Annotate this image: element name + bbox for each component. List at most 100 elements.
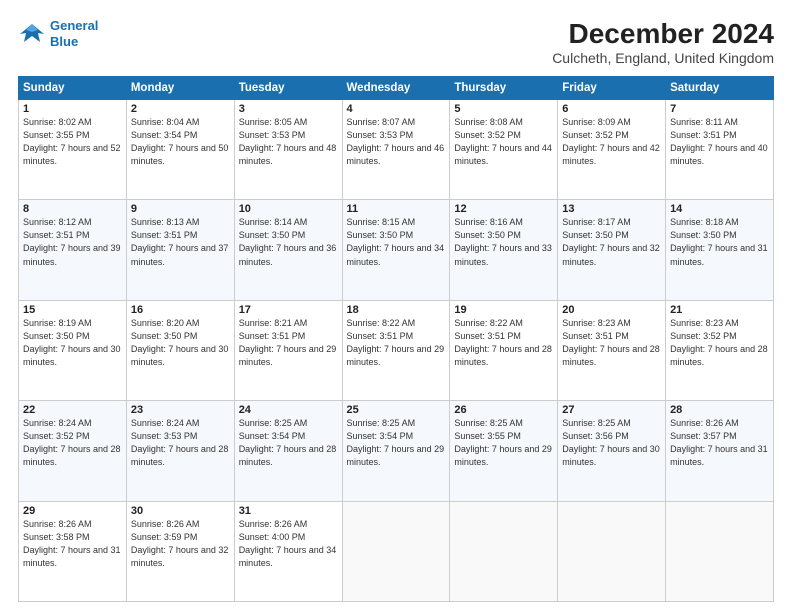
table-row: 8Sunrise: 8:12 AMSunset: 3:51 PMDaylight…: [19, 200, 127, 300]
day-number: 30: [131, 505, 230, 517]
day-info: Sunrise: 8:25 AMSunset: 3:54 PMDaylight:…: [239, 417, 338, 469]
day-info: Sunrise: 8:26 AMSunset: 3:58 PMDaylight:…: [23, 518, 122, 570]
table-row: 17Sunrise: 8:21 AMSunset: 3:51 PMDayligh…: [234, 300, 342, 400]
day-number: 1: [23, 103, 122, 115]
day-number: 21: [670, 304, 769, 316]
calendar-week-2: 15Sunrise: 8:19 AMSunset: 3:50 PMDayligh…: [19, 300, 774, 400]
logo-line2: Blue: [50, 34, 78, 49]
table-row: [450, 501, 558, 601]
day-number: 13: [562, 203, 661, 215]
col-monday: Monday: [126, 77, 234, 100]
table-row: 29Sunrise: 8:26 AMSunset: 3:58 PMDayligh…: [19, 501, 127, 601]
day-info: Sunrise: 8:11 AMSunset: 3:51 PMDaylight:…: [670, 116, 769, 168]
col-sunday: Sunday: [19, 77, 127, 100]
day-info: Sunrise: 8:15 AMSunset: 3:50 PMDaylight:…: [347, 216, 446, 268]
day-number: 18: [347, 304, 446, 316]
day-info: Sunrise: 8:17 AMSunset: 3:50 PMDaylight:…: [562, 216, 661, 268]
day-number: 3: [239, 103, 338, 115]
table-row: 11Sunrise: 8:15 AMSunset: 3:50 PMDayligh…: [342, 200, 450, 300]
day-info: Sunrise: 8:20 AMSunset: 3:50 PMDaylight:…: [131, 317, 230, 369]
day-info: Sunrise: 8:24 AMSunset: 3:52 PMDaylight:…: [23, 417, 122, 469]
day-number: 23: [131, 404, 230, 416]
day-info: Sunrise: 8:02 AMSunset: 3:55 PMDaylight:…: [23, 116, 122, 168]
logo: General Blue: [18, 18, 98, 49]
day-number: 26: [454, 404, 553, 416]
calendar-week-3: 22Sunrise: 8:24 AMSunset: 3:52 PMDayligh…: [19, 401, 774, 501]
table-row: 13Sunrise: 8:17 AMSunset: 3:50 PMDayligh…: [558, 200, 666, 300]
day-number: 27: [562, 404, 661, 416]
logo-icon: [18, 20, 46, 48]
table-row: 4Sunrise: 8:07 AMSunset: 3:53 PMDaylight…: [342, 100, 450, 200]
day-number: 22: [23, 404, 122, 416]
table-row: 1Sunrise: 8:02 AMSunset: 3:55 PMDaylight…: [19, 100, 127, 200]
day-info: Sunrise: 8:08 AMSunset: 3:52 PMDaylight:…: [454, 116, 553, 168]
calendar-week-4: 29Sunrise: 8:26 AMSunset: 3:58 PMDayligh…: [19, 501, 774, 601]
logo-text: General Blue: [50, 18, 98, 49]
table-row: 12Sunrise: 8:16 AMSunset: 3:50 PMDayligh…: [450, 200, 558, 300]
table-row: 26Sunrise: 8:25 AMSunset: 3:55 PMDayligh…: [450, 401, 558, 501]
calendar-week-1: 8Sunrise: 8:12 AMSunset: 3:51 PMDaylight…: [19, 200, 774, 300]
day-info: Sunrise: 8:23 AMSunset: 3:52 PMDaylight:…: [670, 317, 769, 369]
page: General Blue December 2024 Culcheth, Eng…: [0, 0, 792, 612]
day-info: Sunrise: 8:26 AMSunset: 4:00 PMDaylight:…: [239, 518, 338, 570]
day-info: Sunrise: 8:23 AMSunset: 3:51 PMDaylight:…: [562, 317, 661, 369]
table-row: [558, 501, 666, 601]
table-row: 18Sunrise: 8:22 AMSunset: 3:51 PMDayligh…: [342, 300, 450, 400]
table-row: 24Sunrise: 8:25 AMSunset: 3:54 PMDayligh…: [234, 401, 342, 501]
table-row: 20Sunrise: 8:23 AMSunset: 3:51 PMDayligh…: [558, 300, 666, 400]
table-row: 5Sunrise: 8:08 AMSunset: 3:52 PMDaylight…: [450, 100, 558, 200]
day-info: Sunrise: 8:18 AMSunset: 3:50 PMDaylight:…: [670, 216, 769, 268]
day-info: Sunrise: 8:25 AMSunset: 3:55 PMDaylight:…: [454, 417, 553, 469]
day-info: Sunrise: 8:22 AMSunset: 3:51 PMDaylight:…: [454, 317, 553, 369]
day-info: Sunrise: 8:24 AMSunset: 3:53 PMDaylight:…: [131, 417, 230, 469]
day-number: 7: [670, 103, 769, 115]
table-row: 7Sunrise: 8:11 AMSunset: 3:51 PMDaylight…: [666, 100, 774, 200]
col-wednesday: Wednesday: [342, 77, 450, 100]
table-row: 10Sunrise: 8:14 AMSunset: 3:50 PMDayligh…: [234, 200, 342, 300]
table-row: 28Sunrise: 8:26 AMSunset: 3:57 PMDayligh…: [666, 401, 774, 501]
day-info: Sunrise: 8:21 AMSunset: 3:51 PMDaylight:…: [239, 317, 338, 369]
table-row: 27Sunrise: 8:25 AMSunset: 3:56 PMDayligh…: [558, 401, 666, 501]
title-block: December 2024 Culcheth, England, United …: [552, 18, 774, 66]
day-number: 4: [347, 103, 446, 115]
day-info: Sunrise: 8:13 AMSunset: 3:51 PMDaylight:…: [131, 216, 230, 268]
table-row: 22Sunrise: 8:24 AMSunset: 3:52 PMDayligh…: [19, 401, 127, 501]
day-number: 5: [454, 103, 553, 115]
table-row: 21Sunrise: 8:23 AMSunset: 3:52 PMDayligh…: [666, 300, 774, 400]
day-number: 24: [239, 404, 338, 416]
day-number: 8: [23, 203, 122, 215]
day-number: 31: [239, 505, 338, 517]
day-info: Sunrise: 8:22 AMSunset: 3:51 PMDaylight:…: [347, 317, 446, 369]
col-saturday: Saturday: [666, 77, 774, 100]
day-number: 28: [670, 404, 769, 416]
day-info: Sunrise: 8:05 AMSunset: 3:53 PMDaylight:…: [239, 116, 338, 168]
calendar-title: December 2024: [552, 18, 774, 50]
table-row: 16Sunrise: 8:20 AMSunset: 3:50 PMDayligh…: [126, 300, 234, 400]
table-row: 19Sunrise: 8:22 AMSunset: 3:51 PMDayligh…: [450, 300, 558, 400]
table-row: 23Sunrise: 8:24 AMSunset: 3:53 PMDayligh…: [126, 401, 234, 501]
col-friday: Friday: [558, 77, 666, 100]
table-row: 2Sunrise: 8:04 AMSunset: 3:54 PMDaylight…: [126, 100, 234, 200]
day-info: Sunrise: 8:04 AMSunset: 3:54 PMDaylight:…: [131, 116, 230, 168]
day-info: Sunrise: 8:07 AMSunset: 3:53 PMDaylight:…: [347, 116, 446, 168]
table-row: 25Sunrise: 8:25 AMSunset: 3:54 PMDayligh…: [342, 401, 450, 501]
day-info: Sunrise: 8:09 AMSunset: 3:52 PMDaylight:…: [562, 116, 661, 168]
day-number: 15: [23, 304, 122, 316]
day-info: Sunrise: 8:19 AMSunset: 3:50 PMDaylight:…: [23, 317, 122, 369]
day-info: Sunrise: 8:26 AMSunset: 3:59 PMDaylight:…: [131, 518, 230, 570]
day-number: 11: [347, 203, 446, 215]
col-thursday: Thursday: [450, 77, 558, 100]
table-row: 15Sunrise: 8:19 AMSunset: 3:50 PMDayligh…: [19, 300, 127, 400]
table-row: 14Sunrise: 8:18 AMSunset: 3:50 PMDayligh…: [666, 200, 774, 300]
table-row: [342, 501, 450, 601]
logo-line1: General: [50, 18, 98, 33]
table-row: 9Sunrise: 8:13 AMSunset: 3:51 PMDaylight…: [126, 200, 234, 300]
day-number: 12: [454, 203, 553, 215]
day-info: Sunrise: 8:25 AMSunset: 3:54 PMDaylight:…: [347, 417, 446, 469]
day-number: 25: [347, 404, 446, 416]
day-info: Sunrise: 8:14 AMSunset: 3:50 PMDaylight:…: [239, 216, 338, 268]
day-number: 29: [23, 505, 122, 517]
table-row: 30Sunrise: 8:26 AMSunset: 3:59 PMDayligh…: [126, 501, 234, 601]
day-number: 17: [239, 304, 338, 316]
calendar-table: Sunday Monday Tuesday Wednesday Thursday…: [18, 76, 774, 602]
